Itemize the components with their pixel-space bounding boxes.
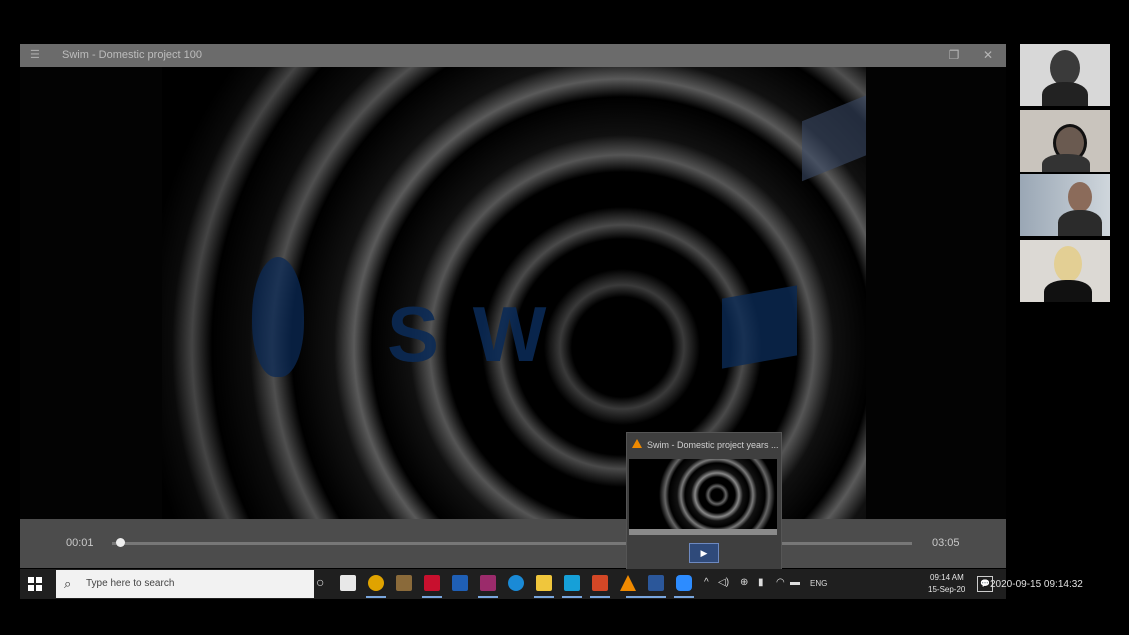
taskbar-thumbnail-preview[interactable]: Swim - Domestic project years ... ▶ [626,432,782,570]
vlc-icon[interactable] [620,575,646,598]
clock-time: 09:14 AM [930,573,964,582]
seek-bar[interactable] [112,542,912,545]
participant-head [1054,246,1082,282]
participant-tile[interactable] [1020,174,1110,236]
windows-taskbar: ⌕ Type here to search ○ ^ ◁) ⊕ ▮ ◠ ▬ ENG… [20,569,1006,599]
battery-icon[interactable]: ▮ [758,577,764,588]
menu-icon[interactable]: ☰ [30,50,42,61]
app-icon[interactable] [396,575,412,591]
word-icon[interactable] [646,575,666,598]
zoom-icon[interactable] [674,575,694,598]
participant-torso [1058,210,1102,236]
participant-torso [1044,280,1092,302]
preview-play-button[interactable]: ▶ [689,543,719,563]
preview-progress-bar [629,529,777,535]
video-logo-text: S W [387,290,553,378]
tray-language[interactable]: ENG [810,579,827,588]
logo-flag-shape [722,285,797,369]
skype-icon[interactable] [562,575,582,598]
playback-controls: 00:01 03:05 [20,519,1006,568]
preview-title: Swim - Domestic project years ... [647,440,779,450]
participant-tile[interactable] [1020,240,1110,302]
player-titlebar[interactable]: ☰ Swim - Domestic project 100 ❐ ✕ [20,44,1006,67]
logo-drop-shape [252,257,304,377]
wifi-icon[interactable]: ◠ [776,577,785,588]
tray-chevron-icon[interactable]: ^ [704,577,709,588]
restore-icon[interactable]: ❐ [946,48,962,63]
taskbar-search-box[interactable]: ⌕ Type here to search [56,570,314,598]
network-icon[interactable]: ⊕ [740,577,748,588]
file-explorer-icon[interactable] [534,575,554,598]
onenote-icon[interactable] [478,575,498,598]
participant-tile[interactable] [1020,44,1110,106]
cortana-icon[interactable]: ○ [316,574,324,590]
search-icon: ⌕ [64,576,72,591]
windows-start-icon[interactable] [28,577,42,591]
preview-video-thumbnail[interactable] [629,459,777,529]
acrobat-icon[interactable] [422,575,442,598]
mail-icon[interactable] [452,575,468,591]
participant-torso [1042,82,1088,106]
edge-icon[interactable] [508,575,524,591]
participant-head [1068,182,1092,212]
vlc-icon [632,439,642,448]
keyboard-icon[interactable]: ▬ [790,577,800,588]
logo-corner-shape [802,72,866,182]
task-view-icon[interactable] [340,575,356,591]
search-placeholder: Type here to search [86,578,175,589]
participant-tile[interactable] [1020,110,1110,172]
volume-icon[interactable]: ◁) [718,577,729,588]
player-title: Swim - Domestic project 100 [62,49,202,61]
participant-torso [1042,154,1090,172]
chrome-icon[interactable] [366,575,386,598]
close-icon[interactable]: ✕ [980,48,996,63]
powerpoint-icon[interactable] [590,575,610,598]
taskbar-clock[interactable]: 09:14 AM 15-Sep-20 [926,571,966,597]
participant-head [1050,50,1080,86]
current-time: 00:01 [66,537,94,549]
recording-timestamp: 2020-09-15 09:14:32 [990,579,1083,590]
total-time: 03:05 [932,537,960,549]
seek-thumb[interactable] [116,538,125,547]
media-player-window: ☰ Swim - Domestic project 100 ❐ ✕ S W 00… [20,44,1006,568]
clock-date: 15-Sep-20 [928,585,966,594]
